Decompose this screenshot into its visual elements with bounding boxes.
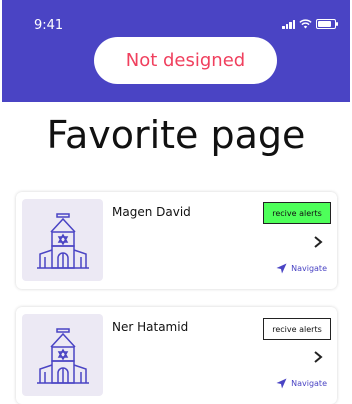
synagogue-thumbnail xyxy=(22,199,103,281)
navigation-arrow-icon xyxy=(276,378,287,389)
navigate-link[interactable]: Navigate xyxy=(276,263,327,274)
status-time: 9:41 xyxy=(34,18,64,33)
favorite-name: Ner Hatamid xyxy=(112,320,189,334)
navigate-label: Navigate xyxy=(291,264,327,273)
navigate-link[interactable]: Navigate xyxy=(276,378,327,389)
favorite-card[interactable]: Magen David recive alerts Navigate xyxy=(16,192,337,289)
signal-icon xyxy=(282,19,295,29)
not-designed-pill[interactable]: Not designed xyxy=(94,37,277,84)
chevron-right-icon[interactable] xyxy=(311,350,325,364)
page-title: Favorite page xyxy=(46,113,306,157)
navigation-arrow-icon xyxy=(276,263,287,274)
navigate-label: Navigate xyxy=(291,379,327,388)
status-icons xyxy=(282,19,338,29)
battery-icon xyxy=(316,19,338,29)
receive-alerts-button[interactable]: recive alerts xyxy=(263,318,331,340)
wifi-icon xyxy=(299,19,312,29)
receive-alerts-button[interactable]: recive alerts xyxy=(263,202,331,224)
synagogue-icon xyxy=(36,213,89,269)
chevron-right-icon[interactable] xyxy=(311,235,325,249)
favorite-name: Magen David xyxy=(112,205,191,219)
synagogue-icon xyxy=(36,328,89,384)
synagogue-thumbnail xyxy=(22,314,103,396)
favorite-card[interactable]: Ner Hatamid recive alerts Navigate xyxy=(16,307,337,404)
app-header: 9:41 Not designed xyxy=(2,0,350,102)
